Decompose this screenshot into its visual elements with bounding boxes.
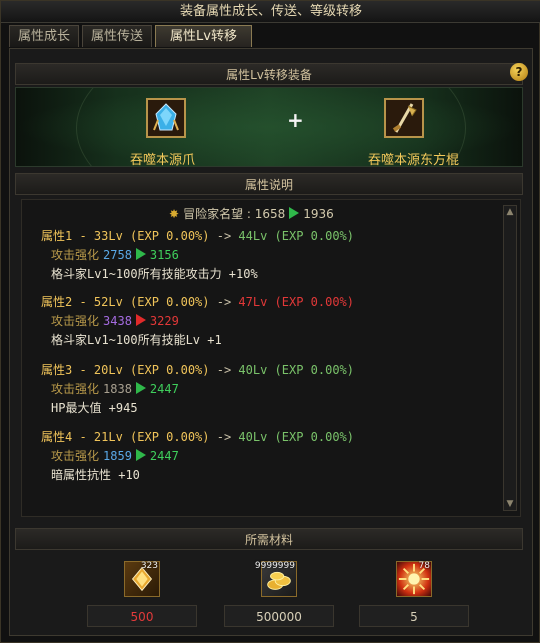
gold-coins-icon[interactable]: 9999999 xyxy=(255,561,297,597)
stat-old-value: 1859 xyxy=(103,449,132,463)
stat-label: 攻击强化 xyxy=(51,314,100,328)
attribute-new-level: 40Lv (EXP 0.00%) xyxy=(238,430,354,444)
material-required-qty: 5 xyxy=(359,605,469,627)
stat-old-value: 1838 xyxy=(103,382,132,396)
attribute-new-level: 40Lv (EXP 0.00%) xyxy=(238,363,354,377)
tab-bar: 属性成长 属性传送 属性Lv转移 xyxy=(9,25,252,47)
attribute-entry: 属性1 - 33Lv (EXP 0.00%) -> 44Lv (EXP 0.00… xyxy=(41,227,354,282)
attribute-entry: 属性2 - 52Lv (EXP 0.00%) -> 47Lv (EXP 0.00… xyxy=(41,293,354,348)
attribute-new-level: 47Lv (EXP 0.00%) xyxy=(238,295,354,309)
equipment-growth-window: 装备属性成长、传送、等级转移 属性成长 属性传送 属性Lv转移 属性Lv转移装备… xyxy=(0,0,540,643)
material-required-qty: 500000 xyxy=(224,605,334,627)
description-scrollbar[interactable]: ▲ ▼ xyxy=(503,205,517,511)
stat-label: 攻击强化 xyxy=(51,248,100,262)
material-item: 323 500 xyxy=(87,561,197,627)
material-required-qty: 500 xyxy=(87,605,197,627)
plus-sign: + xyxy=(287,108,304,132)
stat-new-value: 2447 xyxy=(149,449,179,463)
required-materials-header: 所需材料 xyxy=(15,528,523,550)
gem-claw-icon xyxy=(148,100,184,136)
attribute-new-level: 44Lv (EXP 0.00%) xyxy=(238,229,354,243)
fame-new-value: 1936 xyxy=(303,207,334,221)
up-arrow-icon xyxy=(135,449,146,461)
target-item-slot[interactable] xyxy=(384,98,424,138)
attribute-head: 属性2 - 52Lv (EXP 0.00%) xyxy=(41,295,210,309)
material-item: 78 5 xyxy=(359,561,469,627)
materials-list: 323 500 9999999 500000 78 5 xyxy=(21,553,521,633)
window-title: 装备属性成长、传送、等级转移 xyxy=(1,1,540,23)
material-owned-count: 323 xyxy=(140,561,158,571)
stat-label: 攻击强化 xyxy=(51,449,100,463)
material-owned-count: 78 xyxy=(418,561,430,571)
staff-icon xyxy=(386,100,422,136)
fame-label: 冒险家名望 : 1658 xyxy=(183,207,286,221)
help-icon[interactable]: ? xyxy=(510,63,528,81)
stat-old-value: 3438 xyxy=(103,314,132,328)
transfer-arrow: -> xyxy=(209,363,239,377)
tab-attribute-transfer[interactable]: 属性传送 xyxy=(82,25,153,47)
attribute-entry: 属性4 - 21Lv (EXP 0.00%) -> 40Lv (EXP 0.00… xyxy=(41,428,354,483)
transfer-banner: + 吞噬本源爪 吞噬本源东方棍 xyxy=(15,87,523,167)
scroll-down-arrow-icon[interactable]: ▼ xyxy=(504,498,516,510)
sun-burst-icon[interactable]: 78 xyxy=(396,561,432,597)
material-item: 9999999 500000 xyxy=(224,561,334,627)
tab-attribute-lv-transfer[interactable]: 属性Lv转移 xyxy=(155,25,252,47)
stat-new-value: 3156 xyxy=(149,248,179,262)
source-item-slot[interactable] xyxy=(146,98,186,138)
adventurer-fame: ✸ 冒险家名望 : 1658 1936 xyxy=(169,205,334,222)
stat-new-value: 3229 xyxy=(149,314,179,328)
stat-new-value: 2447 xyxy=(149,382,179,396)
fame-star-icon: ✸ xyxy=(169,207,180,221)
up-arrow-icon xyxy=(135,248,146,260)
scroll-up-arrow-icon[interactable]: ▲ xyxy=(504,206,516,218)
attribute-entry: 属性3 - 20Lv (EXP 0.00%) -> 40Lv (EXP 0.00… xyxy=(41,361,354,416)
target-item-name: 吞噬本源东方棍 xyxy=(368,153,460,167)
crystal-icon[interactable]: 323 xyxy=(124,561,160,597)
up-arrow-icon xyxy=(135,382,146,394)
attribute-effect: 格斗家Lv1~100所有技能攻击力 +10% xyxy=(51,267,258,281)
attribute-head: 属性1 - 33Lv (EXP 0.00%) xyxy=(41,229,210,243)
up-arrow-icon xyxy=(289,207,300,219)
material-owned-count: 9999999 xyxy=(254,561,295,571)
transfer-arrow: -> xyxy=(209,430,239,444)
transfer-arrow: -> xyxy=(209,229,239,243)
source-item-name: 吞噬本源爪 xyxy=(130,153,196,167)
down-arrow-icon xyxy=(135,314,146,326)
attribute-head: 属性4 - 21Lv (EXP 0.00%) xyxy=(41,430,210,444)
stat-label: 攻击强化 xyxy=(51,382,100,396)
attribute-head: 属性3 - 20Lv (EXP 0.00%) xyxy=(41,363,210,377)
attribute-description-header: 属性说明 xyxy=(15,173,523,195)
attribute-effect: 格斗家Lv1~100所有技能Lv +1 xyxy=(51,333,222,347)
transfer-arrow: -> xyxy=(209,295,239,309)
transfer-equipment-header: 属性Lv转移装备 xyxy=(15,63,523,85)
stat-old-value: 2758 xyxy=(103,248,132,262)
tab-attribute-growth[interactable]: 属性成长 xyxy=(9,25,80,47)
attribute-effect: HP最大值 +945 xyxy=(51,401,138,415)
attribute-effect: 暗属性抗性 +10 xyxy=(51,468,140,482)
